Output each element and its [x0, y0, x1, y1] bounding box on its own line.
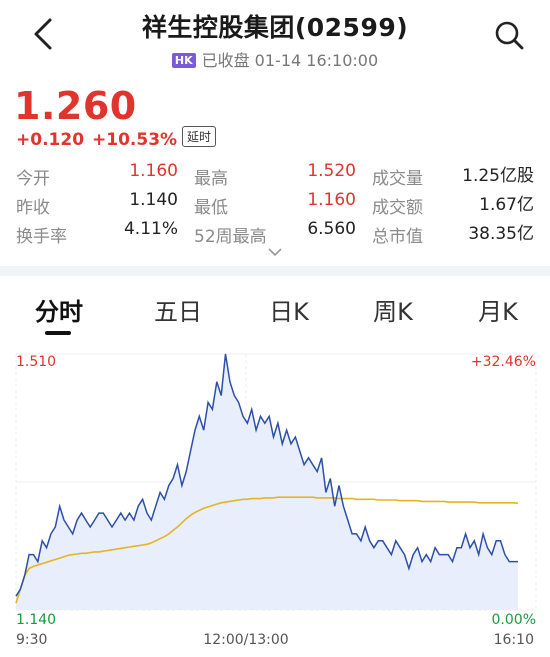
stat-value: 1.160	[307, 190, 356, 210]
chart-max-label: 1.510	[16, 354, 56, 370]
hk-badge: HK	[171, 53, 196, 68]
price-change: +0.120	[16, 130, 85, 150]
tab-intraday[interactable]: 分时	[28, 292, 90, 327]
stat-value: 1.25亿股	[462, 166, 534, 186]
chart-period-tabs: 分时 五日 日K 周K 月K	[0, 280, 550, 340]
search-icon[interactable]	[493, 19, 525, 51]
stat-label: 最低	[194, 198, 228, 218]
stat-value: 6.560	[307, 219, 356, 239]
stat-label: 成交额	[372, 198, 423, 218]
stats-grid: 今开 1.160 最高 1.520 成交量 1.25亿股 昨收 1.140 最低…	[0, 160, 550, 247]
stat-label: 最高	[194, 169, 228, 189]
top-bar: 祥生控股集团(02599) HK 已收盘 01-14 16:10:00	[0, 0, 550, 78]
stat-value: 38.35亿	[468, 224, 534, 244]
chart-max-pct-label: +32.46%	[471, 354, 536, 370]
stat-value: 1.160	[129, 161, 178, 181]
stat-value: 1.140	[129, 190, 178, 210]
chart-min-label: 1.140	[16, 612, 56, 628]
active-tab-indicator	[45, 331, 71, 335]
expand-chevron-icon[interactable]	[266, 246, 284, 258]
status-text: 已收盘 01-14 16:10:00	[201, 51, 379, 70]
stat-value: 4.11%	[123, 219, 178, 239]
stat-label: 昨收	[16, 198, 50, 218]
stat-label: 今开	[16, 169, 50, 189]
stat-value: 1.520	[307, 161, 356, 181]
time-mid-label: 12:00/13:00	[203, 632, 288, 648]
chart-min-pct-label: 0.00%	[492, 612, 536, 628]
stat-label: 总市值	[372, 227, 423, 247]
stat-label: 52周最高	[194, 227, 267, 247]
intraday-chart[interactable]: 1.510 +32.46% 1.140 0.00% 9:30 12:00/13:…	[0, 340, 550, 657]
section-divider	[0, 266, 550, 276]
stat-label: 换手率	[16, 227, 67, 247]
tab-five-day[interactable]: 五日	[147, 292, 209, 327]
stock-title: 祥生控股集团(02599)	[141, 13, 409, 42]
stat-value: 1.67亿	[479, 195, 534, 215]
stat-label: 成交量	[372, 169, 423, 189]
current-price: 1.260	[14, 84, 137, 128]
tab-weekly-k[interactable]: 周K	[362, 292, 424, 327]
time-start-label: 9:30	[16, 632, 47, 648]
tab-monthly-k[interactable]: 月K	[467, 292, 529, 327]
market-status: HK 已收盘 01-14 16:10:00	[0, 47, 550, 71]
delay-badge: 延时	[182, 126, 217, 147]
time-end-label: 16:10	[494, 632, 534, 648]
price-change-percent: +10.53%	[92, 130, 178, 150]
tab-daily-k[interactable]: 日K	[258, 292, 320, 327]
